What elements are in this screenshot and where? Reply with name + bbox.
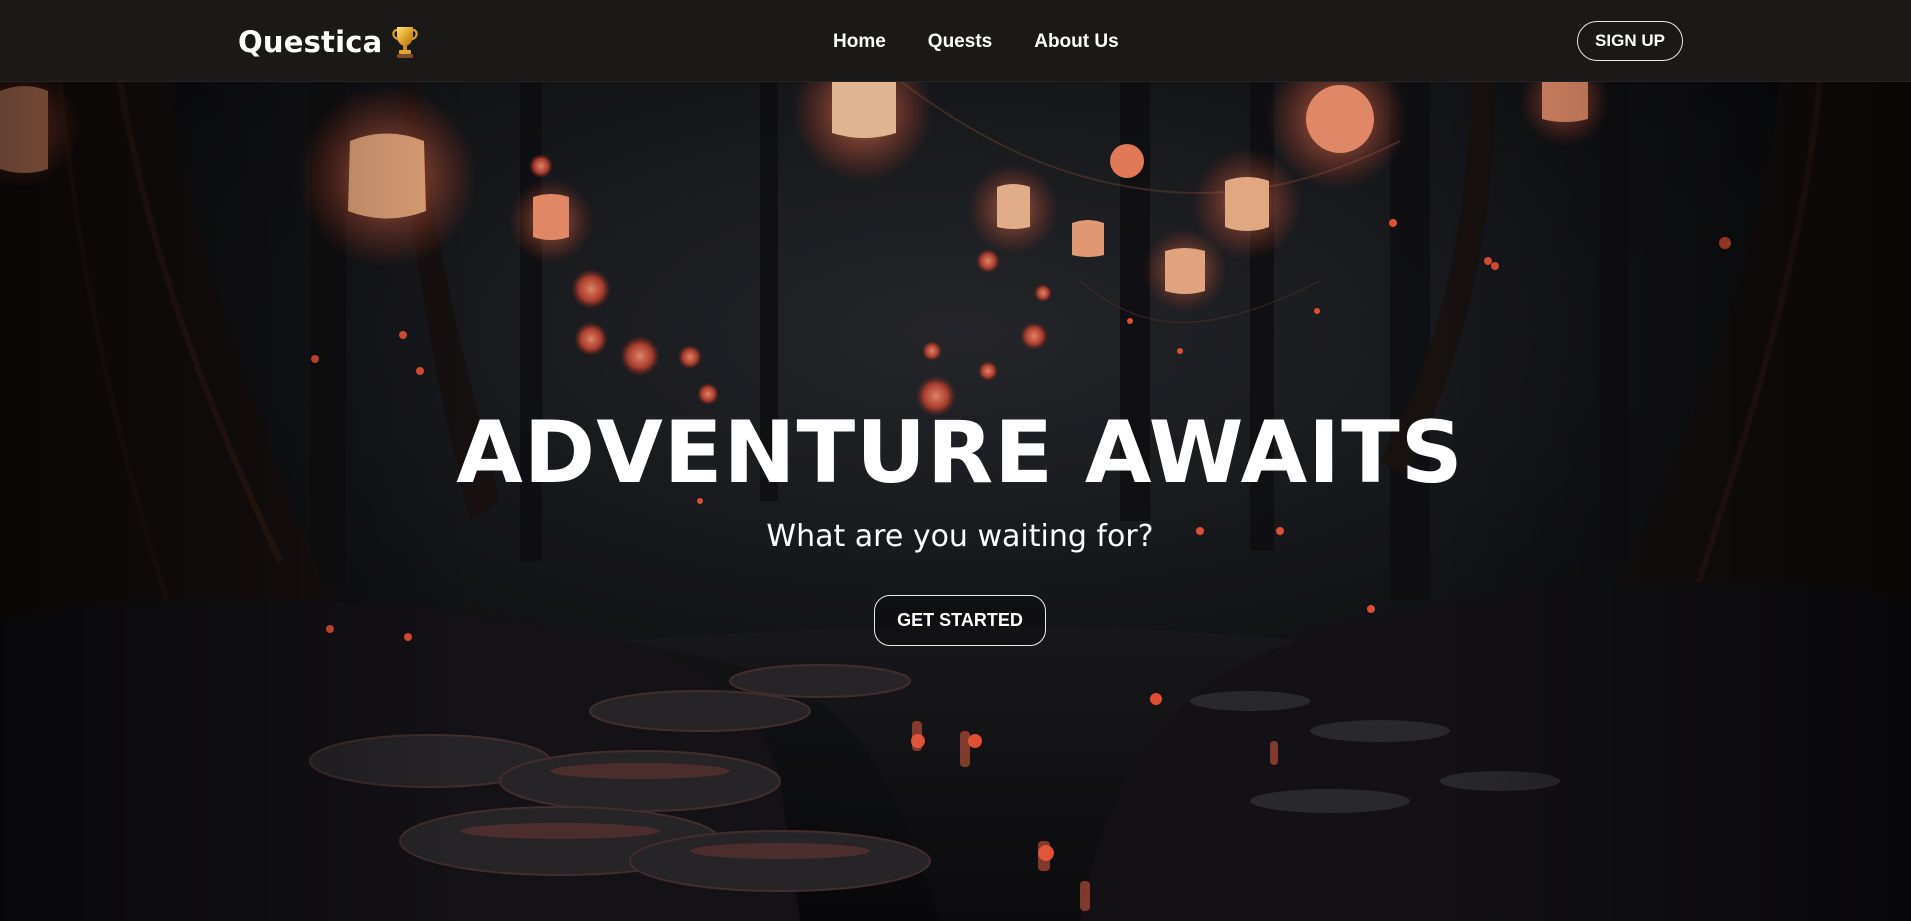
brand-logo-link[interactable]: Questica xyxy=(238,22,420,62)
nav-link-home[interactable]: Home xyxy=(833,28,886,56)
main-nav: Home Quests About Us xyxy=(833,28,1161,56)
hero-subtitle: What are you waiting for? xyxy=(766,519,1154,554)
nav-link-quests[interactable]: Quests xyxy=(928,28,992,56)
trophy-icon xyxy=(390,24,420,60)
sign-up-button[interactable]: SIGN UP xyxy=(1577,21,1683,61)
hero-title: ADVENTURE AWAITS xyxy=(456,403,1464,503)
navbar: Questica Home Quests About Us SIGN UP xyxy=(0,0,1911,82)
hero-content: ADVENTURE AWAITS What are you waiting fo… xyxy=(0,81,1911,921)
nav-link-about-us[interactable]: About Us xyxy=(1034,28,1118,56)
page: Questica Home Quests About Us SIGN UP AD… xyxy=(0,0,1911,921)
get-started-button[interactable]: GET STARTED xyxy=(874,595,1046,646)
hero-section: ADVENTURE AWAITS What are you waiting fo… xyxy=(0,81,1911,921)
brand-name: Questica xyxy=(238,25,383,59)
